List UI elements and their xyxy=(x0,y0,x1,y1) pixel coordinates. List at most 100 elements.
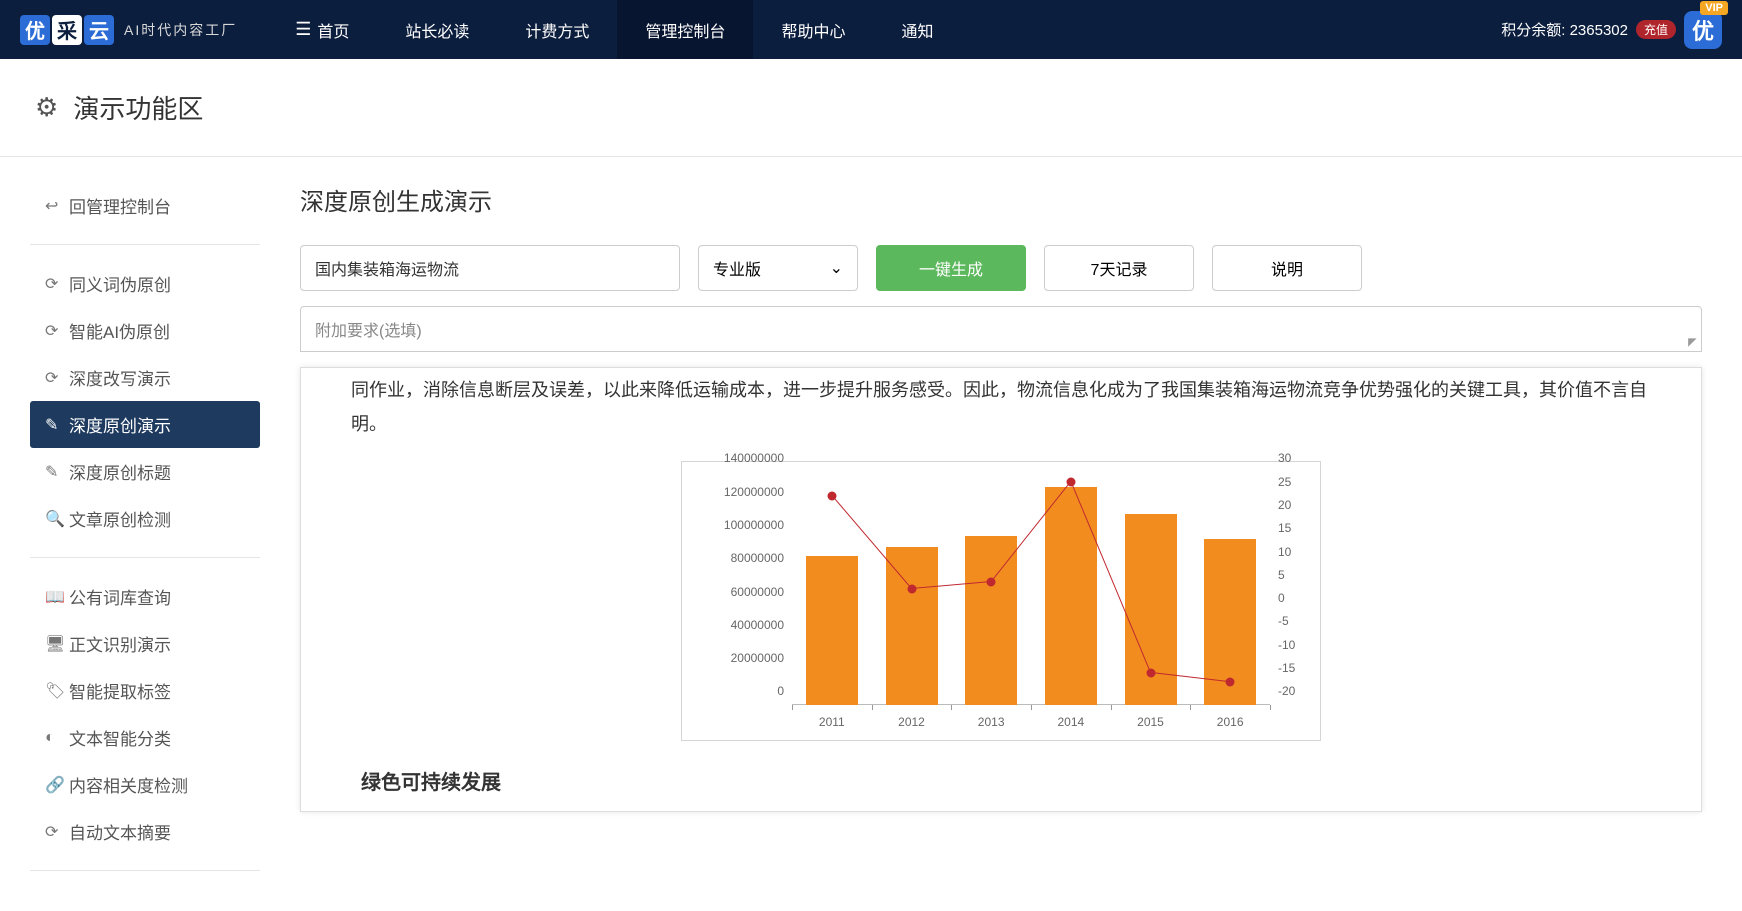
chart-point xyxy=(1146,668,1155,677)
sidebar-item[interactable]: 🔗内容相关度检测 xyxy=(30,761,260,808)
gear-icon: ⚙ xyxy=(35,92,58,123)
nav-item[interactable]: 站长必读 xyxy=(377,0,497,59)
y-tick-left: 40000000 xyxy=(731,618,792,632)
sidebar-icon: ⟳ xyxy=(45,368,69,388)
y-tick-left: 120000000 xyxy=(724,485,792,499)
nav-item-label: 通知 xyxy=(901,18,933,42)
content-title: 深度原创生成演示 xyxy=(300,182,1702,217)
sidebar-icon: ✎ xyxy=(45,462,69,482)
points-label: 积分余额: 2365302 xyxy=(1501,19,1628,40)
y-tick-right: 20 xyxy=(1270,498,1291,512)
chart-point xyxy=(827,491,836,500)
x-tick: 2016 xyxy=(1217,705,1244,729)
content: 深度原创生成演示 专业版 ⌄ 一键生成 7天记录 说明 附加要求(选填) 同作业… xyxy=(290,157,1742,911)
y-tick-right: 15 xyxy=(1270,521,1291,535)
sidebar-item-label: 深度改写演示 xyxy=(69,365,171,390)
chart: 0200000004000000060000000800000001000000… xyxy=(681,461,1321,741)
y-tick-right: -10 xyxy=(1270,638,1295,652)
sidebar-item[interactable]: ⟳智能AI伪原创 xyxy=(30,307,260,354)
extra-requirements-input[interactable]: 附加要求(选填) xyxy=(300,306,1702,352)
nav-item[interactable]: 帮助中心 xyxy=(753,0,873,59)
sidebar-item-label: 深度原创演示 xyxy=(69,412,171,437)
y-tick-right: -20 xyxy=(1270,684,1295,698)
y-tick-left: 60000000 xyxy=(731,585,792,599)
sidebar-item[interactable]: ⟳自动文本摘要 xyxy=(30,808,260,855)
sidebar-item[interactable]: 🏷智能提取标签 xyxy=(30,667,260,714)
keyword-input[interactable] xyxy=(300,245,680,291)
sidebar-item[interactable]: 🔍文章原创检测 xyxy=(30,495,260,542)
nav-items: ☰首页 站长必读 计费方式 管理控制台 帮助中心 通知 xyxy=(267,0,961,59)
y-tick-right: 5 xyxy=(1270,568,1285,582)
logo[interactable]: 优 采 云 AI时代内容工厂 xyxy=(20,15,237,45)
top-nav: 优 采 云 AI时代内容工厂 ☰首页 站长必读 计费方式 管理控制台 帮助中心 通知 积分… xyxy=(0,0,1742,59)
sidebar-item-label: 内容相关度检测 xyxy=(69,772,188,797)
page-title: 演示功能区 xyxy=(73,89,203,126)
nav-item[interactable]: 通知 xyxy=(873,0,961,59)
y-tick-left: 0 xyxy=(777,684,792,698)
y-tick-left: 80000000 xyxy=(731,551,792,565)
logo-tagline: AI时代内容工厂 xyxy=(124,20,237,40)
chart-point xyxy=(1066,477,1075,486)
recharge-button[interactable]: 充值 xyxy=(1636,20,1676,39)
output-paragraph: 同作业，消除信息断层及误差，以此来降低运输成本，进一步提升服务感受。因此，物流信… xyxy=(351,373,1651,441)
vip-icon: 优 xyxy=(1684,11,1722,49)
sidebar-icon: ⟳ xyxy=(45,822,69,842)
sidebar-icon: ◐ xyxy=(45,729,69,747)
history-button[interactable]: 7天记录 xyxy=(1044,245,1194,291)
sidebar-item-label: 公有词库查询 xyxy=(69,584,171,609)
vip-badge[interactable]: 优 VIP xyxy=(1684,11,1722,49)
sidebar-item[interactable]: ⟳深度改写演示 xyxy=(30,354,260,401)
sidebar-item-label: 文本智能分类 xyxy=(69,725,171,750)
version-select[interactable]: 专业版 ⌄ xyxy=(698,245,858,291)
sidebar-icon: ⟳ xyxy=(45,274,69,294)
x-tick: 2011 xyxy=(819,705,845,729)
sidebar-item[interactable]: 🖥正文识别演示 xyxy=(30,620,260,667)
sidebar-item[interactable]: 📖公有词库查询 xyxy=(30,573,260,620)
sidebar-item-label: 同义词伪原创 xyxy=(69,271,171,296)
y-tick-right: 25 xyxy=(1270,475,1291,489)
sidebar-icon: 🏷 xyxy=(45,681,69,701)
nav-item[interactable]: 计费方式 xyxy=(497,0,617,59)
logo-char-2: 采 xyxy=(52,15,82,45)
sidebar-item[interactable]: ⟳同义词伪原创 xyxy=(30,260,260,307)
sidebar-item[interactable]: ◐文本智能分类 xyxy=(30,714,260,761)
sidebar-item[interactable]: ↩回管理控制台 xyxy=(30,182,260,229)
output-panel[interactable]: 同作业，消除信息断层及误差，以此来降低运输成本，进一步提升服务感受。因此，物流信… xyxy=(300,367,1702,812)
x-tick: 2014 xyxy=(1057,705,1084,729)
vip-tag: VIP xyxy=(1700,1,1728,15)
sidebar-item-label: 智能提取标签 xyxy=(69,678,171,703)
x-tick: 2015 xyxy=(1137,705,1164,729)
help-button[interactable]: 说明 xyxy=(1212,245,1362,291)
sidebar-item-label: 回管理控制台 xyxy=(69,193,171,218)
sidebar-item-label: 自动文本摘要 xyxy=(69,819,171,844)
y-tick-right: 0 xyxy=(1270,591,1285,605)
chevron-down-icon: ⌄ xyxy=(830,258,843,278)
sidebar-item[interactable]: ✎深度原创演示 xyxy=(30,401,260,448)
sidebar-icon: ✎ xyxy=(45,415,69,435)
nav-item-label: 首页 xyxy=(317,18,349,42)
logo-char-3: 云 xyxy=(84,15,114,45)
nav-item-label: 管理控制台 xyxy=(645,18,725,42)
chart-point xyxy=(1226,678,1235,687)
y-tick-right: -15 xyxy=(1270,661,1295,675)
sidebar: ↩回管理控制台⟳同义词伪原创⟳智能AI伪原创⟳深度改写演示✎深度原创演示✎深度原… xyxy=(0,157,290,911)
chart-point xyxy=(987,577,996,586)
sidebar-item-label: 深度原创标题 xyxy=(69,459,171,484)
nav-item-label: 帮助中心 xyxy=(781,18,845,42)
y-tick-left: 140000000 xyxy=(724,451,792,465)
y-tick-right: 30 xyxy=(1270,451,1291,465)
nav-item[interactable]: ☰首页 xyxy=(267,0,377,59)
sidebar-icon: 🖥 xyxy=(45,634,69,654)
chart-point xyxy=(907,584,916,593)
controls-row: 专业版 ⌄ 一键生成 7天记录 说明 xyxy=(300,245,1702,291)
y-tick-right: 10 xyxy=(1270,545,1291,559)
nav-item[interactable]: 管理控制台 xyxy=(617,0,753,59)
generate-button[interactable]: 一键生成 xyxy=(876,245,1026,291)
nav-item-label: 站长必读 xyxy=(405,18,469,42)
sidebar-item-label: 文章原创检测 xyxy=(69,506,171,531)
page-title-bar: ⚙ 演示功能区 xyxy=(0,59,1742,157)
sidebar-icon: 🔗 xyxy=(45,775,69,795)
nav-item-label: 计费方式 xyxy=(525,18,589,42)
sidebar-icon: 🔍 xyxy=(45,509,69,529)
sidebar-item[interactable]: ✎深度原创标题 xyxy=(30,448,260,495)
